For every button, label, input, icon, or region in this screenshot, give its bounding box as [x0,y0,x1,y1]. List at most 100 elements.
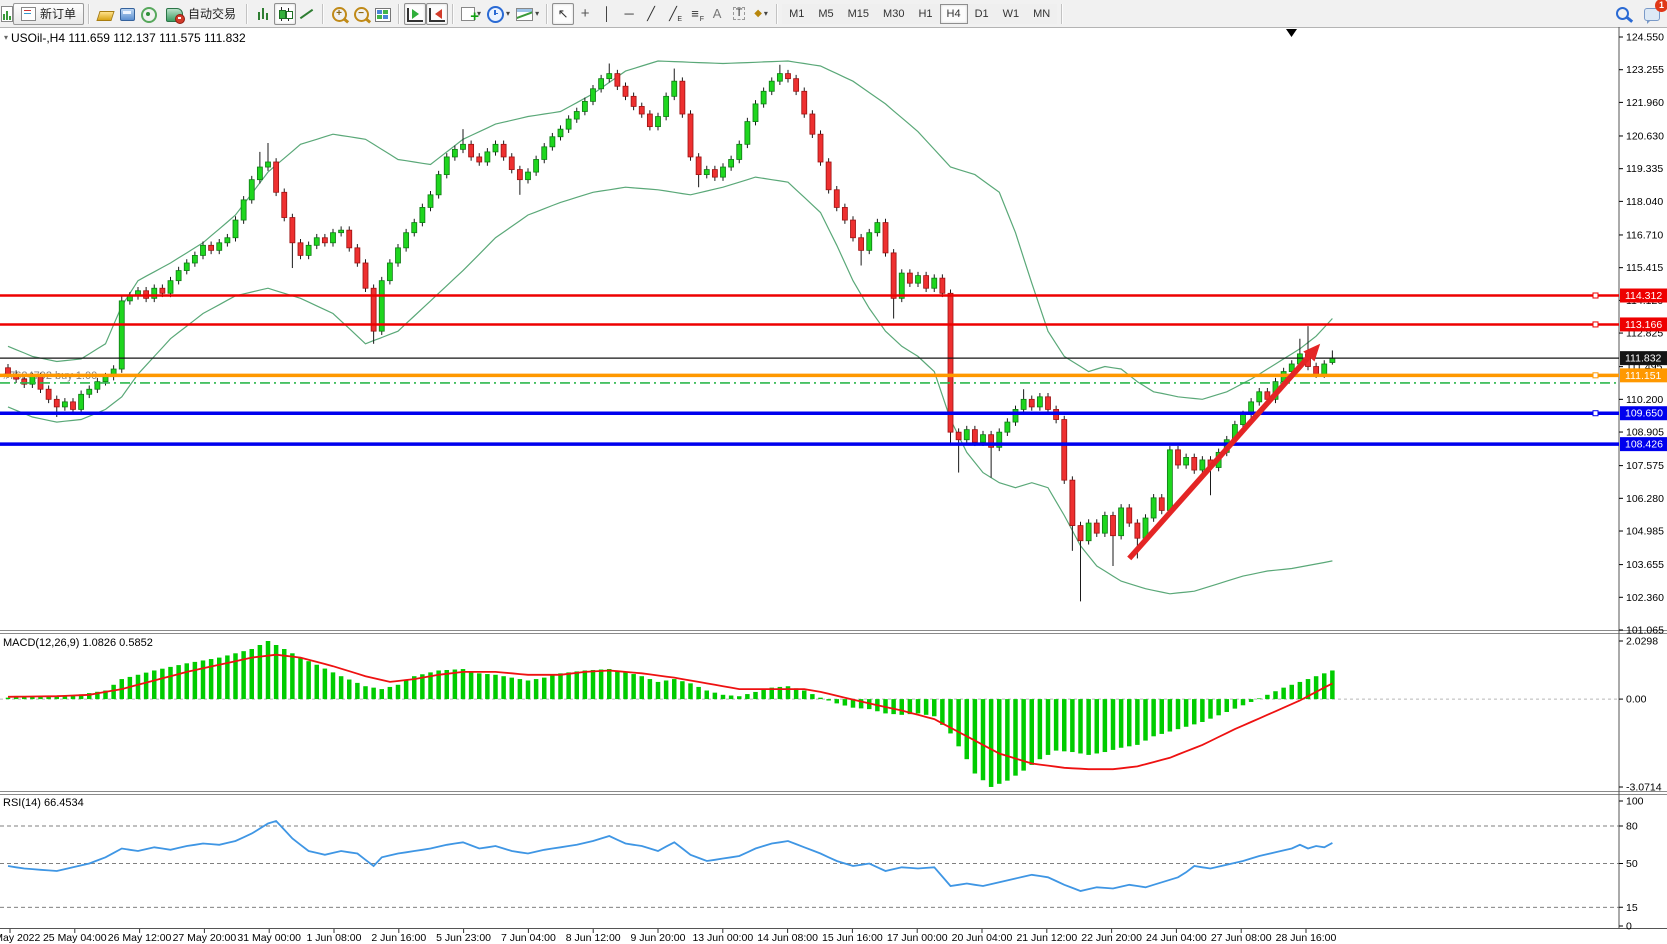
equidistant-channel-button[interactable]: ╱E [662,3,684,25]
macd-tick-label: 2.0298 [1626,636,1658,648]
bar-chart-button[interactable] [252,3,274,25]
chart-canvas[interactable]: 124.550123.255121.960120.630119.335118.0… [0,0,1667,944]
zoom-in-button[interactable]: + [328,3,350,25]
fibonacci-button[interactable]: ≡F [684,3,706,25]
candle-body [542,147,547,160]
zoom-out-button[interactable]: − [350,3,372,25]
toolbar-separator [452,4,454,24]
candle-body [534,159,539,172]
candle-body [217,243,222,251]
trend-arrow-line[interactable] [1129,356,1309,558]
macd-histogram-bar [737,696,742,699]
candle-body [940,278,945,293]
tile-windows-button[interactable] [372,3,394,25]
macd-histogram-bar [1233,699,1238,709]
time-tick-label: 13 Jun 00:00 [692,932,753,944]
macd-histogram-bar [144,673,149,699]
candle-body [274,162,279,192]
timeframe-m15-button[interactable]: M15 [841,4,876,24]
new-chart-icon[interactable] [1,6,13,22]
macd-histogram-bar [1241,699,1246,705]
zoom-in-icon: + [332,7,347,22]
line-anchor-handle[interactable] [1593,373,1598,378]
line-anchor-handle[interactable] [1593,411,1598,416]
channel-sub-label: E [677,16,682,23]
macd-histogram-bar [623,672,628,699]
line-anchor-handle[interactable] [1593,322,1598,327]
candlestick-chart-button[interactable] [274,3,296,25]
text-tool-button[interactable]: A [706,3,728,25]
candle-body [794,79,799,92]
macd-histogram-bar [258,645,263,699]
timeframe-w1-button[interactable]: W1 [996,4,1027,24]
candle-body [444,157,449,175]
macd-histogram-bar [1046,699,1051,755]
periods-button[interactable]: ▾ [484,3,513,25]
symbol-dropdown-icon[interactable]: ▾ [4,33,8,42]
auto-trading-button[interactable]: 自动交易 [160,3,242,25]
label-tool-button[interactable]: T [728,3,750,25]
candle-body [306,245,311,255]
line-anchor-handle[interactable] [1593,293,1598,298]
arrows-tool-button[interactable]: ◆▾ [750,3,772,25]
trendline-button[interactable]: ╱ [640,3,662,25]
timeframe-mn-button[interactable]: MN [1026,4,1057,24]
candle-body [54,399,59,407]
timeframe-m1-button[interactable]: M1 [782,4,811,24]
new-order-button[interactable]: 新订单 [13,3,84,25]
macd-histogram-bar [786,686,791,699]
search-button[interactable] [1611,3,1633,25]
macd-histogram-bar [932,699,937,716]
price-tag-label: 111.832 [1625,353,1662,365]
macd-histogram-bar [615,670,620,699]
candle-body [558,129,563,137]
signals-button[interactable] [138,3,160,25]
indicators-button[interactable]: +▾ [458,3,484,25]
candle-body [1086,523,1091,541]
timeframe-h1-button[interactable]: H1 [911,4,939,24]
horizontal-line-button[interactable]: ─ [618,3,640,25]
price-tick-label: 107.575 [1626,460,1664,472]
candle-body [152,288,157,298]
timeframe-d1-button[interactable]: D1 [968,4,996,24]
notifications-button[interactable]: 1 [1641,3,1663,25]
macd-histogram-bar [1168,699,1173,731]
line-chart-button[interactable] [296,3,318,25]
macd-histogram-bar [745,694,750,699]
macd-histogram-bar [566,672,571,699]
macd-histogram-bar [583,670,588,699]
chart-shift-button[interactable] [426,3,448,25]
auto-scroll-button[interactable] [404,3,426,25]
macd-tick-label: -3.0714 [1626,782,1662,794]
vertical-line-button[interactable]: │ [596,3,618,25]
candle-body [469,144,474,157]
chart-shift-marker[interactable] [1286,29,1297,37]
time-tick-label: 27 May 20:00 [173,932,237,944]
candle-body [1184,457,1189,465]
market-watch-button[interactable] [94,3,116,25]
candle-body [607,74,612,79]
toolbar-separator [546,4,548,24]
candle-body [582,101,587,111]
macd-histogram-bar [688,683,693,699]
candle-body [1167,450,1172,511]
candle-body [184,263,189,271]
cursor-tool-button[interactable]: ↖ [552,3,574,25]
candle-body [1078,526,1083,541]
timeframe-h4-button[interactable]: H4 [940,4,968,24]
crosshair-tool-button[interactable]: + [574,3,596,25]
candle-body [62,402,67,407]
data-window-button[interactable] [116,3,138,25]
timeframe-m5-button[interactable]: M5 [811,4,840,24]
timeframe-m30-button[interactable]: M30 [876,4,911,24]
gold-ingot-icon [96,11,114,21]
candle-body [948,293,953,432]
templates-button[interactable]: ▾ [513,3,542,25]
macd-histogram-bar [152,670,157,699]
price-tick-label: 119.335 [1626,163,1663,175]
candle-body [201,245,206,255]
macd-histogram-bar [1078,699,1083,753]
macd-histogram-bar [810,694,815,699]
macd-histogram-bar [648,679,653,699]
candle-body [972,430,977,443]
